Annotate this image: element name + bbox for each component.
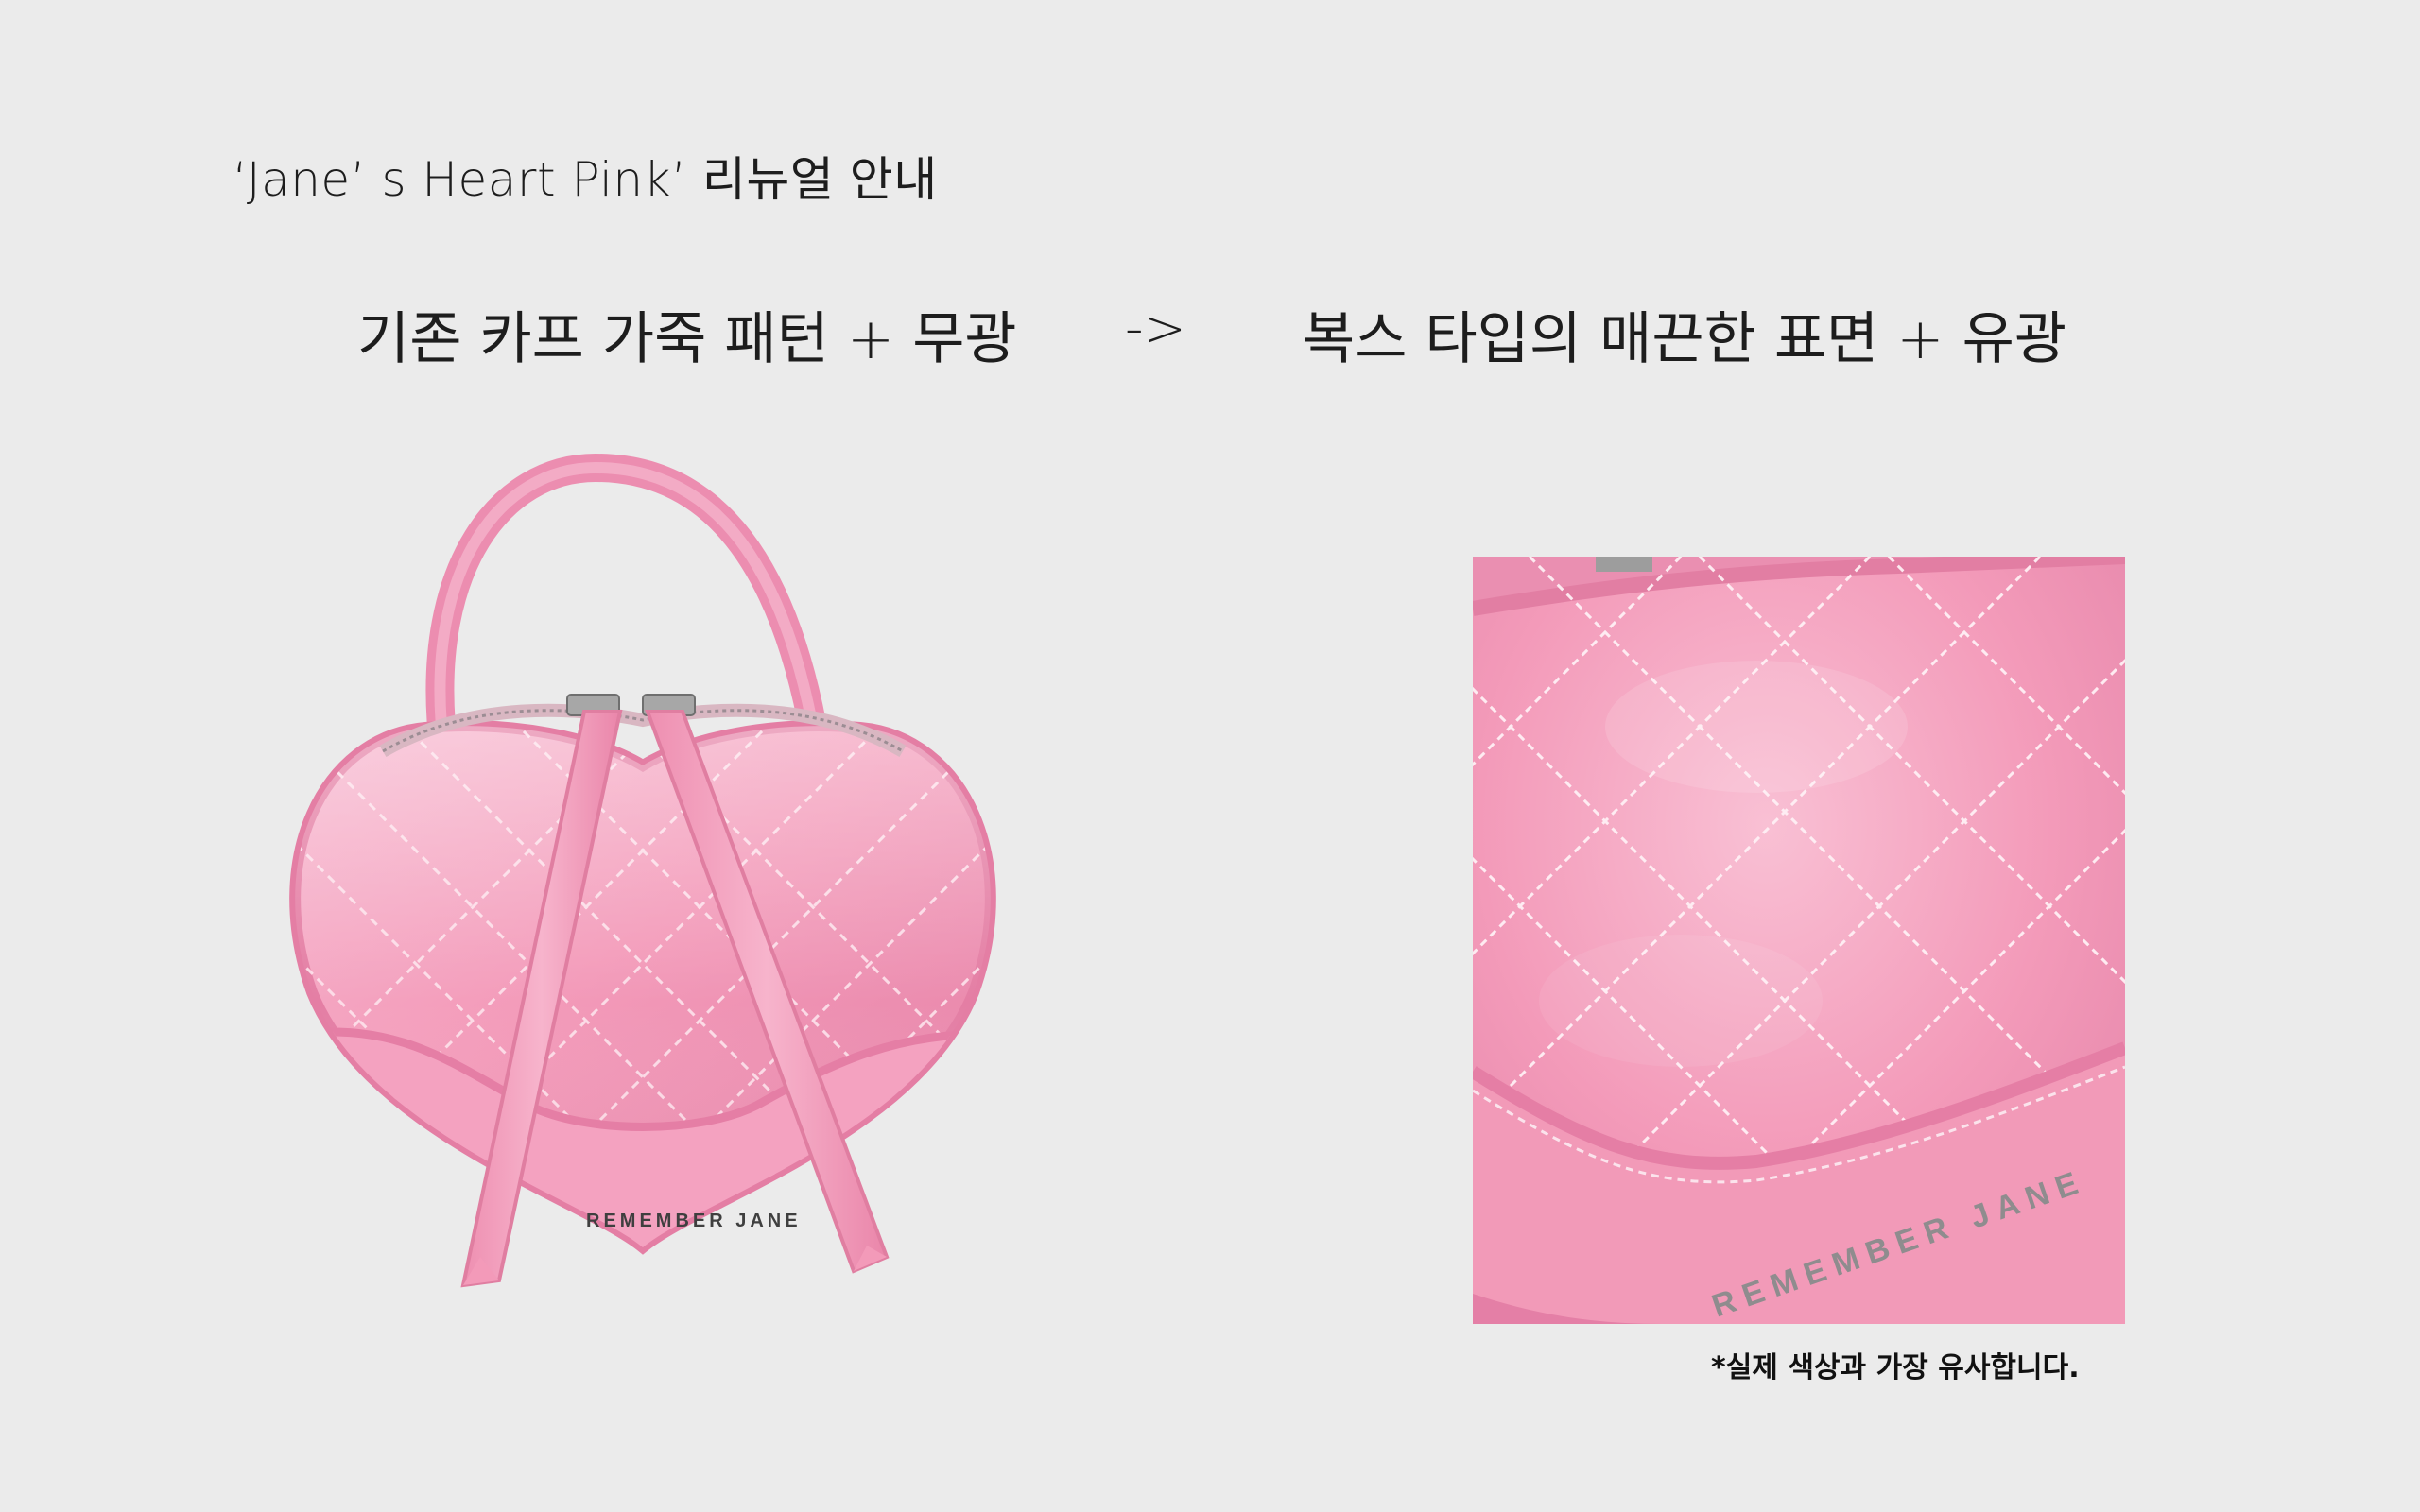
new-material-label: 복스 타입의 매끈한 표면 + 유광 xyxy=(1303,306,2067,372)
quilted-surface-illustration: REMEMBER JANE xyxy=(1473,557,2125,1324)
old-material-label: 기존 카프 가죽 패턴 + 무광 xyxy=(357,306,1017,372)
bag-photo: REMEMBER JANE xyxy=(284,454,1002,1304)
heart-bag-illustration: REMEMBER JANE xyxy=(289,454,996,1288)
arrow-text: -> xyxy=(1125,299,1186,358)
brand-text: REMEMBER JANE xyxy=(586,1211,802,1231)
page-title: ‘Jane’ s Heart Pink’ 리뉴얼 안내 xyxy=(233,152,938,207)
color-note: *실제 색상과 가장 유사합니다. xyxy=(1711,1351,2080,1384)
detail-closeup-photo: REMEMBER JANE xyxy=(1473,557,2125,1324)
